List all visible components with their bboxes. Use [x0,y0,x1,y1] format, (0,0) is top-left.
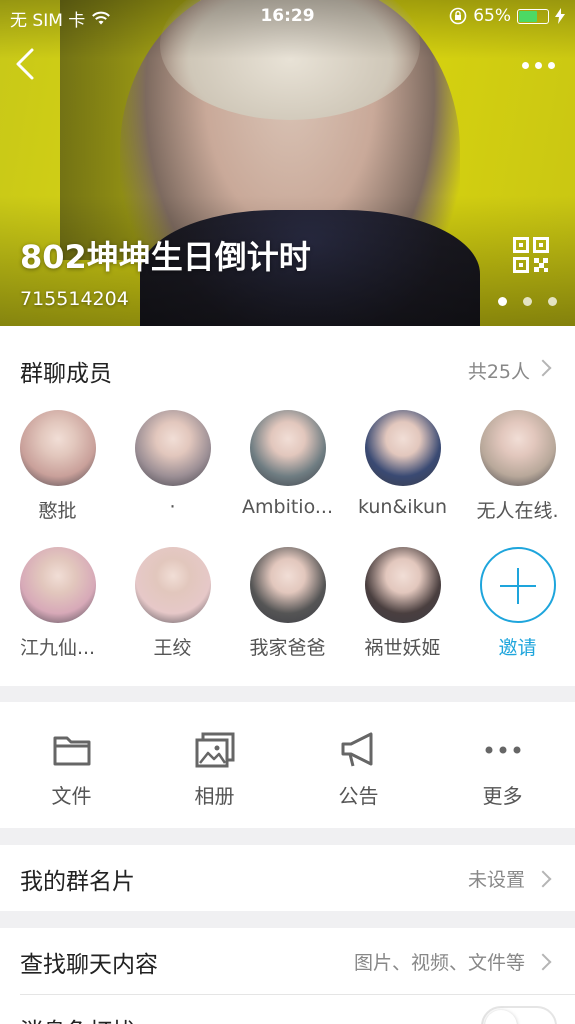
tool-label: 相册 [194,784,235,808]
tool-files[interactable]: 文件 [0,702,143,828]
member-name: 无人在线. [476,500,559,522]
invite-label: 邀请 [498,637,537,659]
tool-more[interactable]: 更多 [431,702,574,828]
my-group-card-value: 未设置 [467,869,525,891]
back-button[interactable] [10,44,40,84]
member-item[interactable]: 祸世妖姬 [345,547,460,660]
group-name: 802坤坤生日倒计时 [20,238,311,276]
mute-toggle[interactable] [481,1006,557,1024]
status-bar: 无 SIM 卡 16:29 65% [0,0,575,34]
dot-icon [548,61,555,69]
group-id: 715514204 [20,288,129,310]
avatar [364,547,441,623]
member-name: 祸世妖姬 [364,637,441,659]
avatar [479,410,556,486]
member-name: 王绞 [153,637,192,659]
member-item[interactable]: 江九仙... [0,547,115,660]
chevron-right-icon [534,359,552,377]
avatar [19,547,96,623]
member-item[interactable]: 我家爸爸 [230,547,345,660]
my-group-card-label: 我的群名片 [20,869,135,895]
orientation-lock-icon [449,7,467,25]
avatar [134,410,211,486]
tool-label: 文件 [51,784,92,808]
more-options-button[interactable] [515,55,555,75]
tool-album[interactable]: 相册 [143,702,286,828]
member-item[interactable]: 无人在线. [460,410,575,523]
member-name: Ambitio... [242,496,333,518]
chevron-right-icon [534,870,552,888]
tool-label: 更多 [482,784,523,808]
member-name: kun&ikun [357,496,448,518]
members-title: 群聊成员 [20,361,112,387]
plus-icon [479,547,556,623]
member-name: · [169,496,176,518]
member-count: 共25人 [467,361,530,383]
member-item[interactable]: Ambitio... [230,410,345,518]
carousel-dot[interactable] [548,297,557,306]
member-item[interactable]: 憨批 [0,410,115,523]
avatar [249,410,326,486]
carousel-dot[interactable] [523,297,532,306]
battery-fill [519,10,537,22]
battery-icon [517,8,549,24]
member-item[interactable]: 王绞 [115,547,230,660]
member-item[interactable]: · [115,410,230,518]
members-section: 群聊成员 共25人 憨批 · Ambitio... kun&ikun 无人在线. 江九仙.… [0,326,575,686]
avatar [134,547,211,623]
charging-icon [555,8,565,24]
group-tools: 文件 相册 公告 更多 [0,702,575,828]
tool-announcement[interactable]: 公告 [287,702,430,828]
status-right: 65% [449,6,565,26]
avatar [249,547,326,623]
more-icon [485,746,521,754]
divider [20,994,575,995]
member-name: 我家爸爸 [249,637,326,659]
carousel-indicator[interactable] [498,297,557,306]
toggle-knob [485,1010,517,1024]
battery-percent: 65% [473,6,511,26]
members-header[interactable]: 群聊成员 共25人 [0,326,575,410]
folder-icon [53,736,91,766]
mute-label: 消息免打扰 [20,1012,135,1024]
carousel-dot[interactable] [498,297,507,306]
invite-button[interactable]: 邀请 [460,547,575,660]
photo-album-icon [195,732,235,768]
member-name: 憨批 [38,500,77,522]
qr-code-icon[interactable] [513,237,549,273]
megaphone-icon [341,732,373,767]
search-chat-hint: 图片、视频、文件等 [353,952,525,974]
member-item[interactable]: kun&ikun [345,410,460,518]
search-chat-label: 查找聊天内容 [20,952,158,978]
avatar [364,410,441,486]
dot-icon [522,61,529,69]
avatar [19,410,96,486]
chevron-right-icon [534,953,552,971]
tool-label: 公告 [338,784,379,808]
member-name: 江九仙... [19,637,96,659]
dot-icon [535,61,542,69]
my-group-card-row[interactable]: 我的群名片 未设置 [0,845,575,911]
